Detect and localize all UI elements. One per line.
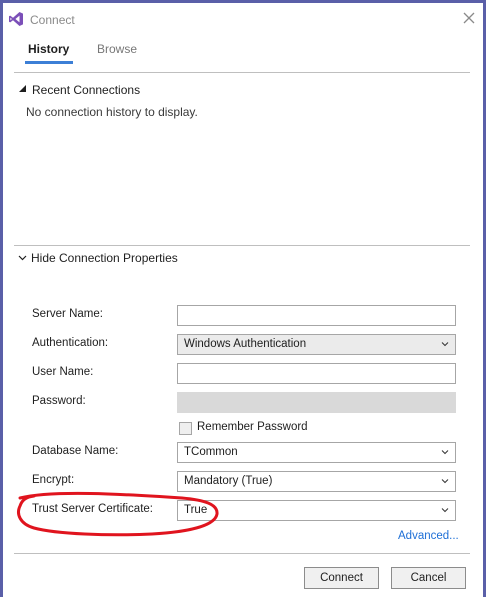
encrypt-label: Encrypt: (32, 474, 75, 486)
chevron-down-icon (441, 450, 449, 455)
recent-connections-heading[interactable]: Recent Connections (32, 83, 140, 97)
visual-studio-icon (9, 12, 23, 26)
trust-server-certificate-label: Trust Server Certificate: (32, 503, 153, 515)
trust-server-certificate-select[interactable]: True (177, 500, 456, 521)
remember-password-label[interactable]: Remember Password (197, 421, 308, 433)
database-name-value: TCommon (184, 446, 238, 458)
close-icon[interactable] (461, 10, 477, 26)
server-name-input[interactable] (177, 305, 456, 326)
chevron-down-icon (441, 508, 449, 513)
authentication-select[interactable]: Windows Authentication (177, 334, 456, 355)
chevron-down-icon (441, 479, 449, 484)
window-frame-left (0, 0, 3, 597)
tab-history-underline (25, 61, 73, 64)
cancel-button[interactable]: Cancel (391, 567, 466, 589)
authentication-value: Windows Authentication (184, 338, 307, 350)
remember-password-checkbox[interactable] (179, 422, 192, 435)
connect-button[interactable]: Connect (304, 567, 379, 589)
database-name-select[interactable]: TCommon (177, 442, 456, 463)
footer-divider (14, 553, 470, 554)
encrypt-value: Mandatory (True) (184, 475, 273, 487)
window-frame-top (0, 0, 486, 3)
user-name-label: User Name: (32, 366, 94, 378)
chevron-down-icon[interactable] (18, 254, 27, 262)
database-name-label: Database Name: (32, 445, 119, 457)
server-name-label: Server Name: (32, 308, 103, 320)
user-name-input[interactable] (177, 363, 456, 384)
section-divider (14, 245, 470, 246)
encrypt-select[interactable]: Mandatory (True) (177, 471, 456, 492)
trust-server-certificate-value: True (184, 504, 208, 516)
empty-history-message: No connection history to display. (26, 105, 198, 119)
tabs-divider (14, 72, 470, 73)
tab-browse[interactable]: Browse (97, 42, 137, 56)
authentication-label: Authentication: (32, 337, 109, 349)
window-title: Connect (30, 13, 75, 27)
chevron-down-icon (441, 342, 449, 347)
advanced-link[interactable]: Advanced... (398, 530, 459, 542)
password-input[interactable] (177, 392, 456, 413)
password-label: Password: (32, 395, 86, 407)
collapse-triangle-icon[interactable] (19, 85, 27, 93)
tab-history[interactable]: History (28, 42, 69, 56)
hide-connection-properties-toggle[interactable]: Hide Connection Properties (31, 251, 178, 265)
